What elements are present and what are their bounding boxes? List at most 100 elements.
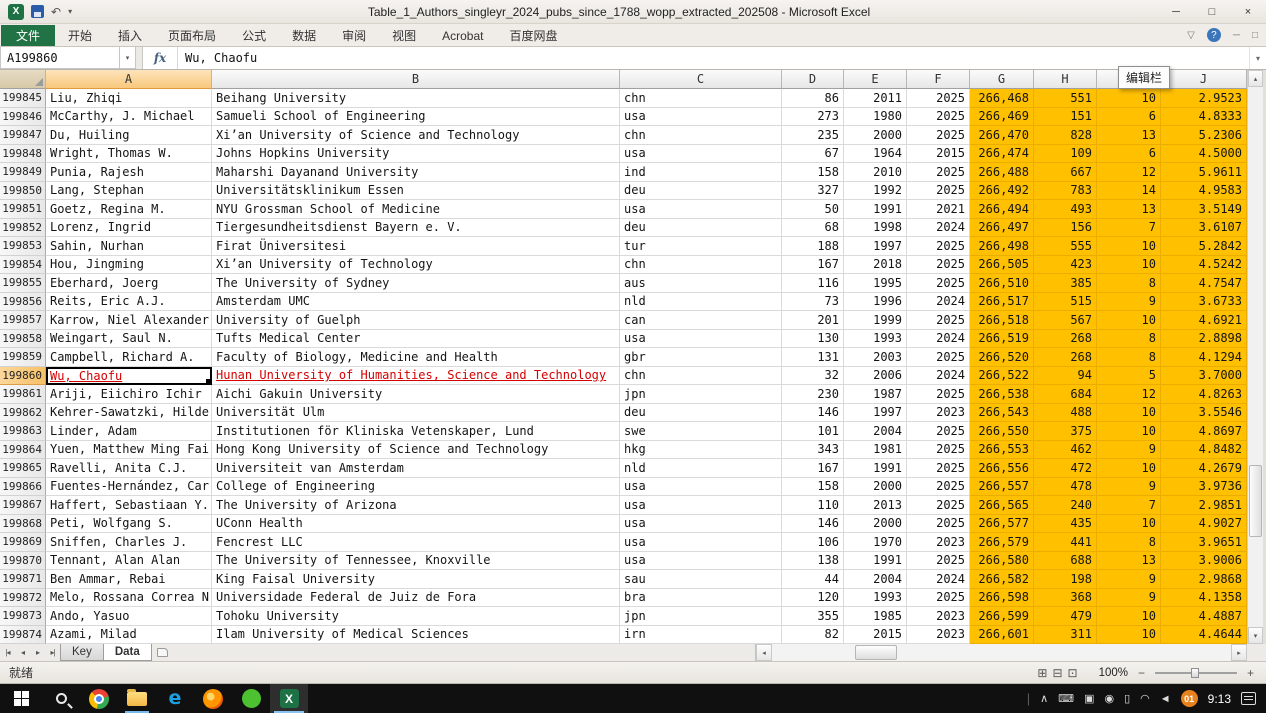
cell[interactable]: 2006	[844, 367, 907, 386]
cell[interactable]: Linder, Adam	[46, 422, 212, 441]
cell[interactable]: Maharshi Dayanand University	[212, 163, 620, 182]
cell[interactable]: 2025	[907, 552, 970, 571]
cell[interactable]: 266,488	[970, 163, 1034, 182]
cell[interactable]: McCarthy, J. Michael	[46, 108, 212, 127]
cell[interactable]: 101	[782, 422, 844, 441]
cell[interactable]: Tohoku University	[212, 607, 620, 626]
zoom-slider-thumb[interactable]	[1191, 668, 1199, 678]
cell[interactable]: 2025	[907, 459, 970, 478]
cell[interactable]: Ben Ammar, Rebai	[46, 570, 212, 589]
cell[interactable]: 1981	[844, 441, 907, 460]
cell[interactable]: 266,601	[970, 626, 1034, 645]
cell[interactable]: 266,580	[970, 552, 1034, 571]
row-header[interactable]: 199872	[0, 589, 46, 608]
cell[interactable]: 130	[782, 330, 844, 349]
cell[interactable]: Campbell, Richard A.	[46, 348, 212, 367]
cell[interactable]: jpn	[620, 385, 782, 404]
column-header-C[interactable]: C	[620, 70, 782, 89]
cell[interactable]: Xi’an University of Technology	[212, 256, 620, 275]
cell[interactable]: 2025	[907, 182, 970, 201]
cell[interactable]: nld	[620, 293, 782, 312]
cell[interactable]: 1991	[844, 200, 907, 219]
row-header[interactable]: 199846	[0, 108, 46, 127]
cell[interactable]: chn	[620, 126, 782, 145]
cell[interactable]: 188	[782, 237, 844, 256]
row-header[interactable]: 199866	[0, 478, 46, 497]
cell[interactable]: 2023	[907, 626, 970, 645]
cell[interactable]: 266,518	[970, 311, 1034, 330]
hidden-icons-chevron-icon[interactable]: ∧	[1040, 692, 1048, 705]
row-header[interactable]: 199845	[0, 89, 46, 108]
cell[interactable]: 266,469	[970, 108, 1034, 127]
cell[interactable]: 493	[1034, 200, 1097, 219]
cell[interactable]: NYU Grossman School of Medicine	[212, 200, 620, 219]
cell[interactable]: 2025	[907, 126, 970, 145]
cell[interactable]: 1995	[844, 274, 907, 293]
cell[interactable]: 167	[782, 256, 844, 275]
cell[interactable]: 2000	[844, 515, 907, 534]
cell[interactable]: 266,598	[970, 589, 1034, 608]
horizontal-scrollbar[interactable]: ◂ ▸	[755, 644, 1247, 661]
cell[interactable]: 146	[782, 515, 844, 534]
cell[interactable]: College of Engineering	[212, 478, 620, 497]
cell[interactable]: bra	[620, 589, 782, 608]
name-box[interactable]: A199860	[0, 47, 120, 69]
cell[interactable]: 266,599	[970, 607, 1034, 626]
first-sheet-icon[interactable]: |◂	[0, 644, 15, 661]
cell[interactable]: 266,505	[970, 256, 1034, 275]
cell[interactable]: Wright, Thomas W.	[46, 145, 212, 164]
cell[interactable]: The University of Arizona	[212, 496, 620, 515]
cell[interactable]: 7	[1097, 496, 1161, 515]
cell[interactable]: 1991	[844, 459, 907, 478]
zoom-slider[interactable]	[1155, 667, 1237, 679]
cell[interactable]: 555	[1034, 237, 1097, 256]
column-header-H[interactable]: H	[1034, 70, 1097, 89]
battery-icon[interactable]: ▯	[1124, 692, 1130, 705]
zoom-in-icon[interactable]: +	[1244, 666, 1257, 680]
excel-app-icon[interactable]: X	[8, 4, 24, 20]
cell[interactable]: usa	[620, 330, 782, 349]
taskbar-edge-button[interactable]: e	[156, 684, 194, 713]
cell[interactable]: 266,520	[970, 348, 1034, 367]
cell[interactable]: 6	[1097, 108, 1161, 127]
row-header[interactable]: 199857	[0, 311, 46, 330]
column-header-D[interactable]: D	[782, 70, 844, 89]
cell[interactable]: 10	[1097, 515, 1161, 534]
cell[interactable]: 5.2842	[1161, 237, 1247, 256]
save-icon[interactable]	[31, 5, 44, 18]
cell[interactable]: 2024	[907, 330, 970, 349]
cell[interactable]: Universität Ulm	[212, 404, 620, 423]
sheet-tab-key[interactable]: Key	[60, 644, 104, 661]
row-header[interactable]: 199848	[0, 145, 46, 164]
cell[interactable]: 2013	[844, 496, 907, 515]
cell[interactable]: 266,553	[970, 441, 1034, 460]
scroll-right-icon[interactable]: ▸	[1231, 644, 1247, 661]
row-header[interactable]: 199847	[0, 126, 46, 145]
cell[interactable]: 5.9611	[1161, 163, 1247, 182]
cell[interactable]: Fuentes-Hernández, Car	[46, 478, 212, 497]
row-header[interactable]: 199870	[0, 552, 46, 571]
cell[interactable]: 266,577	[970, 515, 1034, 534]
cell[interactable]: 2024	[907, 570, 970, 589]
next-sheet-icon[interactable]: ▸	[30, 644, 45, 661]
cell[interactable]: 10	[1097, 459, 1161, 478]
cell[interactable]: 3.6107	[1161, 219, 1247, 238]
cell[interactable]: 13	[1097, 126, 1161, 145]
cell[interactable]: 1993	[844, 330, 907, 349]
cell[interactable]: 2000	[844, 478, 907, 497]
cell[interactable]: 240	[1034, 496, 1097, 515]
tab-数据[interactable]: 数据	[279, 25, 329, 46]
column-header-G[interactable]: G	[970, 70, 1034, 89]
row-header[interactable]: 199856	[0, 293, 46, 312]
cell[interactable]: chn	[620, 367, 782, 386]
cell[interactable]: 2025	[907, 589, 970, 608]
vertical-scrollbar[interactable]: ▴ ▾	[1247, 70, 1263, 644]
row-header[interactable]: 199867	[0, 496, 46, 515]
cell[interactable]: 478	[1034, 478, 1097, 497]
cell[interactable]: 3.9651	[1161, 533, 1247, 552]
row-header[interactable]: 199874	[0, 626, 46, 645]
cell[interactable]: Amsterdam UMC	[212, 293, 620, 312]
cell[interactable]: Eberhard, Joerg	[46, 274, 212, 293]
cell[interactable]: 343	[782, 441, 844, 460]
cell[interactable]: 2.9868	[1161, 570, 1247, 589]
